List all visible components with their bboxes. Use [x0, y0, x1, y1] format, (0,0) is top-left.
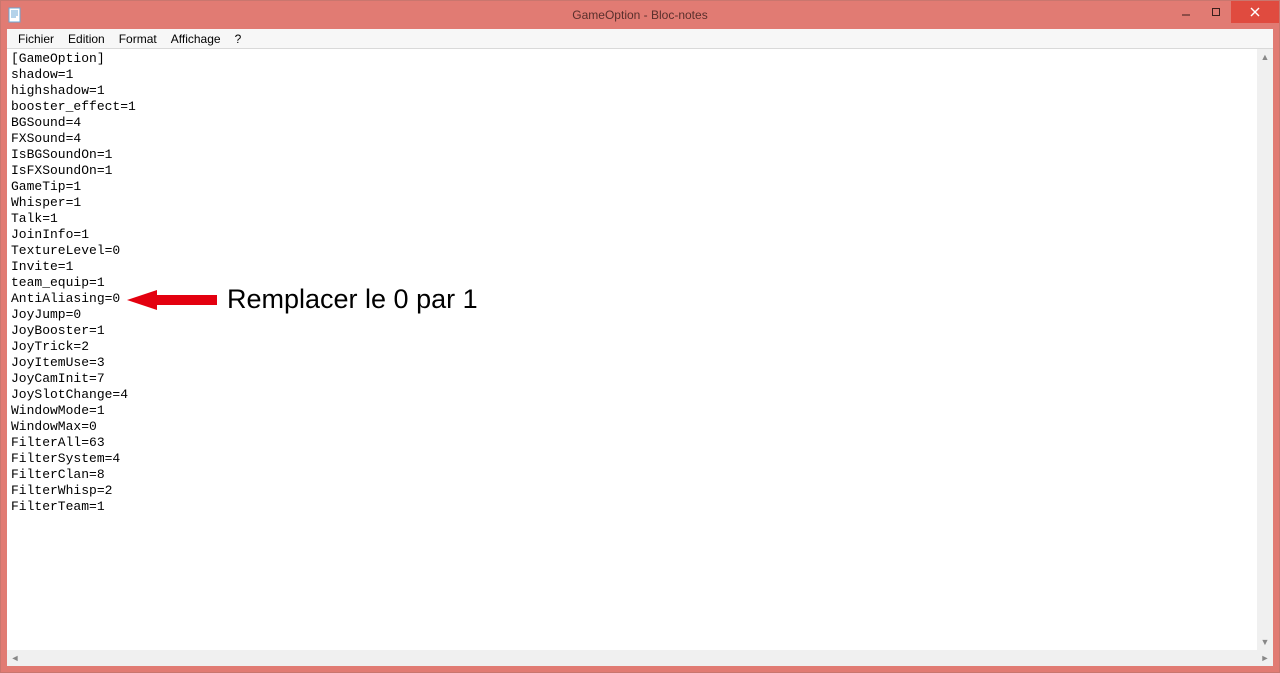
- menu-edition[interactable]: Edition: [61, 31, 112, 47]
- menu-affichage[interactable]: Affichage: [164, 31, 228, 47]
- scroll-down-icon[interactable]: ▼: [1257, 634, 1273, 650]
- editor-wrap: [GameOption] shadow=1 highshadow=1 boost…: [7, 49, 1273, 666]
- scroll-up-icon[interactable]: ▲: [1257, 49, 1273, 65]
- notepad-icon: [7, 7, 23, 23]
- window-title: GameOption - Bloc-notes: [1, 8, 1279, 22]
- notepad-window: GameOption - Bloc-notes Fichier Edition …: [0, 0, 1280, 673]
- window-controls: [1171, 1, 1279, 29]
- vertical-scrollbar[interactable]: ▲ ▼: [1257, 49, 1273, 650]
- scroll-left-icon[interactable]: ◄: [7, 650, 23, 666]
- titlebar[interactable]: GameOption - Bloc-notes: [1, 1, 1279, 29]
- menu-format[interactable]: Format: [112, 31, 164, 47]
- scroll-right-icon[interactable]: ►: [1257, 650, 1273, 666]
- text-editor[interactable]: [GameOption] shadow=1 highshadow=1 boost…: [7, 49, 1273, 666]
- menu-help[interactable]: ?: [228, 31, 249, 47]
- menubar: Fichier Edition Format Affichage ?: [7, 29, 1273, 49]
- close-button[interactable]: [1231, 1, 1279, 23]
- menu-fichier[interactable]: Fichier: [11, 31, 61, 47]
- minimize-button[interactable]: [1171, 1, 1201, 23]
- client-area: Fichier Edition Format Affichage ? [Game…: [1, 29, 1279, 672]
- maximize-button[interactable]: [1201, 1, 1231, 23]
- horizontal-scrollbar[interactable]: ◄ ►: [7, 650, 1273, 666]
